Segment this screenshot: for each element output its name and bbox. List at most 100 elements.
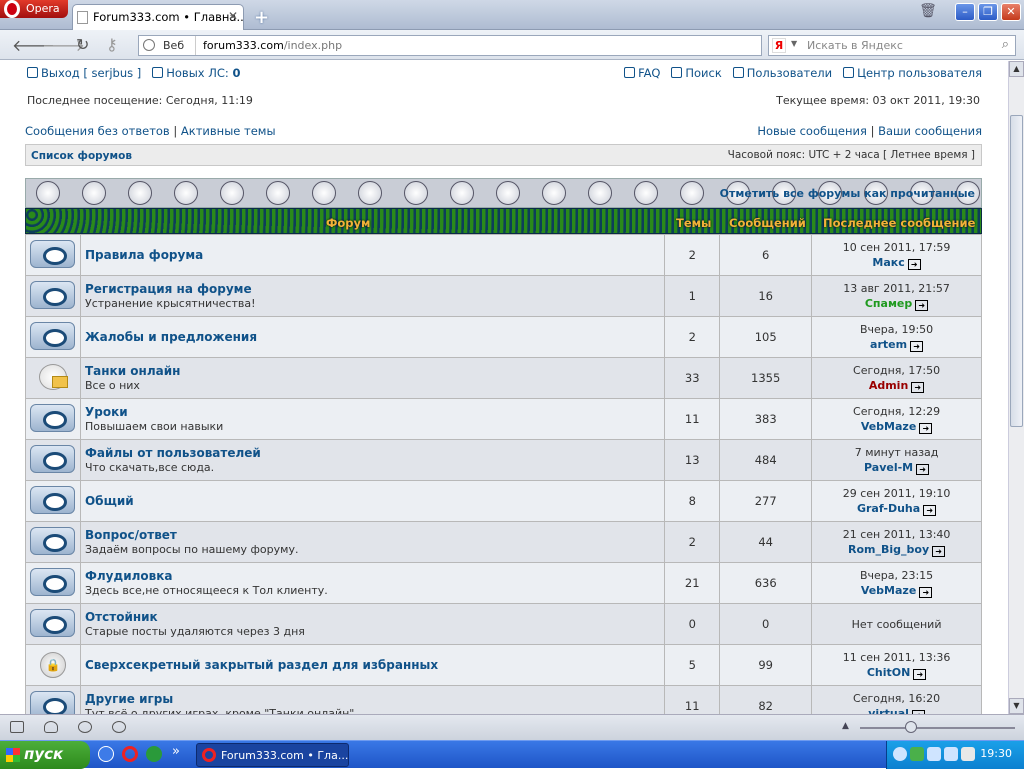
tray-volume-icon[interactable] bbox=[944, 747, 958, 761]
logout-link[interactable]: Выход [ serjbus ] bbox=[27, 66, 141, 80]
tab-forum333[interactable]: Forum333.com • Главна... ✕ bbox=[72, 4, 244, 30]
forum-title-link[interactable]: Правила форума bbox=[85, 248, 664, 262]
goto-last-post-icon[interactable]: ➜ bbox=[915, 300, 929, 311]
last-post-author-link[interactable]: Rom_Big_boy bbox=[848, 543, 929, 556]
yandex-icon[interactable]: Я bbox=[772, 38, 786, 53]
reload-icon[interactable]: ↻ bbox=[76, 35, 89, 54]
start-button[interactable]: пуск bbox=[0, 741, 90, 769]
ucp-link[interactable]: Центр пользователя bbox=[843, 66, 982, 80]
quicklaunch-more-icon[interactable]: » bbox=[172, 744, 180, 759]
forum-title-link[interactable]: Файлы от пользователей bbox=[85, 446, 664, 460]
forum-title-link[interactable]: Сверхсекретный закрытый раздел для избра… bbox=[85, 658, 664, 672]
decorative-circle-icon bbox=[312, 181, 336, 205]
forum-title-link[interactable]: Другие игры bbox=[85, 692, 664, 706]
last-post-author-link[interactable]: Admin bbox=[869, 379, 908, 392]
last-post-time: Сегодня, 12:29 bbox=[853, 405, 941, 418]
turbo-icon[interactable] bbox=[112, 721, 126, 733]
address-url[interactable]: forum333.com/index.php bbox=[203, 39, 342, 52]
forum-title-link[interactable]: Регистрация на форуме bbox=[85, 282, 664, 296]
scroll-thumb[interactable] bbox=[1010, 115, 1023, 427]
goto-last-post-icon[interactable]: ➜ bbox=[916, 464, 930, 475]
opera-unite-icon[interactable] bbox=[44, 721, 58, 733]
forum-info-cell: Отстойник Старые посты удаляются через 3 … bbox=[79, 603, 666, 645]
zoom-slider-knob[interactable] bbox=[905, 721, 917, 733]
last-post-author-link[interactable]: Спамер bbox=[865, 297, 912, 310]
goto-last-post-icon[interactable]: ➜ bbox=[919, 587, 933, 598]
last-post-time: Вчера, 23:15 bbox=[859, 569, 934, 582]
address-divider bbox=[195, 36, 196, 55]
forum-lock-icon: 🔒 bbox=[39, 652, 66, 678]
opera-menu-button[interactable]: Opera bbox=[0, 0, 68, 18]
last-post-author-link[interactable]: Pavel-M bbox=[864, 461, 913, 474]
goto-last-post-icon[interactable]: ➜ bbox=[910, 341, 924, 352]
faq-link[interactable]: FAQ bbox=[624, 66, 660, 80]
key-icon[interactable]: ⚷ bbox=[106, 35, 118, 54]
forum-topic-count: 2 bbox=[664, 316, 721, 358]
tab-close-icon[interactable]: ✕ bbox=[228, 9, 238, 23]
zoom-slider[interactable] bbox=[860, 727, 1015, 729]
close-window-button[interactable]: ✕ bbox=[1001, 3, 1021, 21]
forum-post-count: 82 bbox=[719, 685, 813, 714]
taskbar-opera-window[interactable]: Forum333.com • Гла... bbox=[196, 743, 349, 767]
search-engine-dropdown-icon[interactable]: ▼ bbox=[791, 39, 797, 48]
minimize-button[interactable]: – bbox=[955, 3, 975, 21]
opera-menu-label: Opera bbox=[26, 2, 60, 15]
goto-last-post-icon[interactable]: ➜ bbox=[923, 505, 937, 516]
forum-title-link[interactable]: Жалобы и предложения bbox=[85, 330, 664, 344]
quicklaunch-app-icon[interactable] bbox=[98, 746, 114, 762]
forum-eye-icon bbox=[30, 526, 76, 555]
page-scrollbar[interactable]: ▲ ▼ bbox=[1008, 61, 1024, 714]
goto-last-post-icon[interactable]: ➜ bbox=[907, 259, 921, 270]
forum-last-post-cell: Вчера, 19:50 artem ➜ bbox=[811, 316, 982, 358]
forum-last-post-cell: 21 сен 2011, 13:40 Rom_Big_boy ➜ bbox=[811, 521, 982, 563]
last-post-author-link[interactable]: Graf-Duha bbox=[857, 502, 920, 515]
panel-toggle-icon[interactable] bbox=[10, 721, 24, 733]
your-posts-link[interactable]: Ваши сообщения bbox=[878, 124, 982, 138]
tray-device-icon[interactable] bbox=[961, 747, 975, 761]
zoom-icon[interactable]: ▲ bbox=[842, 721, 849, 731]
forum-title-link[interactable]: Уроки bbox=[85, 405, 664, 419]
tray-back-icon[interactable] bbox=[893, 747, 907, 761]
search-link[interactable]: Поиск bbox=[671, 66, 722, 80]
forum-icon-cell: 🔒 bbox=[25, 644, 81, 686]
search-field[interactable]: Я ▼ Искать в Яндекс ⌕ bbox=[768, 35, 1016, 56]
breadcrumb-forum-index[interactable]: Список форумов bbox=[31, 150, 132, 162]
scroll-up-icon[interactable]: ▲ bbox=[1009, 61, 1024, 77]
forum-title-link[interactable]: Отстойник bbox=[85, 610, 664, 624]
tray-utorrent-icon[interactable] bbox=[910, 747, 924, 761]
forum-title-link[interactable]: Флудиловка bbox=[85, 569, 664, 583]
last-post-author-link[interactable]: Макс bbox=[872, 256, 904, 269]
tray-network-icon[interactable] bbox=[927, 747, 941, 761]
goto-last-post-icon[interactable]: ➜ bbox=[932, 546, 946, 557]
last-post-author-link[interactable]: VebMaze bbox=[861, 584, 916, 597]
last-post-author-link[interactable]: VebMaze bbox=[861, 420, 916, 433]
last-post-author-link[interactable]: artem bbox=[870, 338, 907, 351]
opera-link-icon[interactable] bbox=[78, 721, 92, 733]
goto-last-post-icon[interactable]: ➜ bbox=[919, 423, 933, 434]
forum-title-link[interactable]: Вопрос/ответ bbox=[85, 528, 664, 542]
trash-icon[interactable]: 🗑 bbox=[918, 3, 938, 21]
scroll-down-icon[interactable]: ▼ bbox=[1009, 698, 1024, 714]
mark-all-read-link[interactable]: Отметить все форумы как прочитанные bbox=[720, 187, 975, 200]
new-posts-link[interactable]: Новые сообщения bbox=[757, 124, 867, 138]
pm-link[interactable]: Новых ЛС: 0 bbox=[152, 66, 240, 80]
forum-info-cell: Общий bbox=[79, 480, 666, 522]
last-post-author-link[interactable]: virtual bbox=[868, 707, 909, 714]
last-post-author-link[interactable]: ChitON bbox=[867, 666, 911, 679]
timezone: Часовой пояс: UTC + 2 часа [ Летнее врем… bbox=[727, 149, 975, 161]
last-visit: Последнее посещение: Сегодня, 11:19 bbox=[27, 94, 253, 107]
new-tab-icon[interactable]: + bbox=[254, 7, 269, 28]
address-field[interactable]: Веб forum333.com/index.php bbox=[138, 35, 762, 56]
decorative-strip: Отметить все форумы как прочитанные bbox=[25, 178, 982, 208]
restore-button[interactable]: ❐ bbox=[978, 3, 998, 21]
search-icon[interactable]: ⌕ bbox=[1002, 37, 1009, 52]
forum-title-link[interactable]: Танки онлайн bbox=[85, 364, 664, 378]
goto-last-post-icon[interactable]: ➜ bbox=[911, 382, 925, 393]
users-link[interactable]: Пользователи bbox=[732, 66, 832, 80]
quicklaunch-utorrent-icon[interactable] bbox=[146, 746, 162, 762]
goto-last-post-icon[interactable]: ➜ bbox=[913, 669, 927, 680]
unanswered-link[interactable]: Сообщения без ответов bbox=[25, 124, 170, 138]
active-topics-link[interactable]: Активные темы bbox=[181, 124, 276, 138]
quicklaunch-opera-icon[interactable] bbox=[122, 746, 138, 762]
forum-title-link[interactable]: Общий bbox=[85, 494, 664, 508]
